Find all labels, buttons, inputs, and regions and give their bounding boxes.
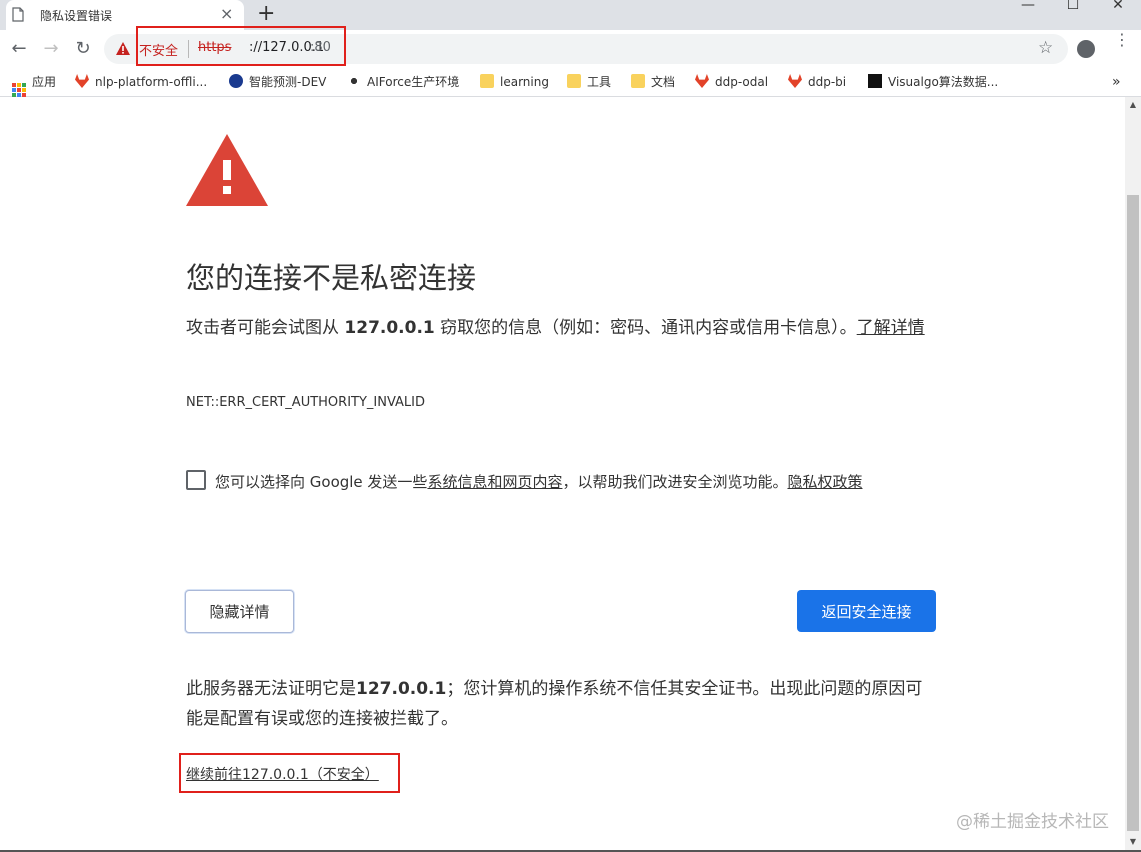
page-title: 您的连接不是私密连接 [186,261,477,295]
gitlab-icon [695,74,709,88]
back-button[interactable]: ← [5,36,33,62]
bookmark-tools[interactable]: 工具 [567,72,611,92]
hide-details-button[interactable]: 隐藏详情 [185,590,294,633]
bookmark-apps[interactable]: 应用 [12,72,57,97]
page-icon [12,7,24,22]
scroll-down-arrow-icon[interactable]: ▼ [1125,834,1141,850]
folder-icon [480,74,494,88]
details-text: 此服务器无法证明它是127.0.0.1；您计算机的操作系统不信任其安全证书。出现… [186,674,938,734]
folder-icon [567,74,581,88]
scroll-up-arrow-icon[interactable]: ▲ [1125,97,1141,113]
minimize-button[interactable]: — [1005,0,1051,30]
tab-title: 隐私设置错误 [40,9,113,23]
bookmark-label: AIForce生产环境 [367,75,460,89]
system-info-link[interactable]: 系统信息和网页内容 [427,473,562,491]
report-checkbox[interactable] [186,470,206,490]
warning-icon[interactable] [116,42,130,55]
attack-description: 攻击者可能会试图从 127.0.0.1 窃取您的信息（例如：密码、通讯内容或信用… [186,313,938,343]
details-text-1: 此服务器无法证明它是 [186,679,356,699]
description-text: 攻击者可能会试图从 [186,318,345,338]
watermark: @稀土掘金技术社区 [956,812,1109,832]
network-icon [347,74,361,88]
annotation-box-url [136,26,346,66]
description-host: 127.0.0.1 [344,318,435,338]
forward-button[interactable]: → [37,36,65,62]
bookmark-label: 智能预测-DEV [249,75,327,89]
bookmark-label: ddp-bi [808,75,847,89]
bookmark-label: learning [500,75,549,89]
apps-grid-icon [12,83,26,97]
zeta-logo-icon [229,74,243,88]
bookmark-learning[interactable]: learning [480,72,549,92]
description-text-2: 窃取您的信息（例如：密码、通讯内容或信用卡信息）。 [434,318,857,338]
scroll-thumb[interactable] [1127,195,1139,831]
bookmark-prediction-dev[interactable]: 智能预测-DEV [229,72,326,92]
report-checkbox-label: 您可以选择向 Google 发送一些系统信息和网页内容，以帮助我们改进安全浏览功… [215,467,905,497]
bookmark-label: ddp-odal [715,75,769,89]
menu-icon[interactable]: ⋮ [1114,32,1130,48]
warning-triangle-icon [186,134,268,206]
visualgo-icon [868,74,882,88]
bookmark-visualgo[interactable]: Visualgo算法数据... [868,72,998,92]
learn-more-link[interactable]: 了解详情 [857,318,925,338]
bookmark-label: 文档 [651,75,676,89]
annotation-box-proceed [179,753,400,793]
bookmark-ddp-bi[interactable]: ddp-bi [788,72,846,92]
profile-avatar[interactable] [1077,40,1095,58]
bookmark-docs[interactable]: 文档 [631,72,675,92]
bookmark-label: 应用 [32,75,57,89]
maximize-button[interactable]: ☐ [1050,0,1096,30]
privacy-policy-link[interactable]: 隐私权政策 [787,473,862,491]
close-window-button[interactable]: ✕ [1095,0,1141,30]
error-code: NET::ERR_CERT_AUTHORITY_INVALID [186,395,426,410]
new-tab-button[interactable]: + [257,1,275,27]
bookmark-aiforce[interactable]: AIForce生产环境 [347,72,459,92]
bookmark-star-icon[interactable]: ☆ [1038,38,1053,58]
details-host: 127.0.0.1 [356,679,447,699]
reload-button[interactable]: ↻ [69,36,97,62]
gitlab-icon [788,74,802,88]
gitlab-icon [75,74,89,88]
bookmark-label: 工具 [587,75,612,89]
checkbox-text-2: ，以帮助我们改进安全浏览功能。 [562,473,788,491]
bookmark-nlp-platform[interactable]: nlp-platform-offli... [75,72,207,92]
tab-close-icon[interactable]: × [220,4,233,23]
back-to-safety-button[interactable]: 返回安全连接 [797,590,936,632]
checkbox-text: 您可以选择向 Google 发送一些 [215,473,428,491]
bookmarks-overflow-icon[interactable]: » [1112,72,1121,92]
bookmark-label: nlp-platform-offli... [95,75,208,89]
bookmark-label: Visualgo算法数据... [888,75,999,89]
folder-icon [631,74,645,88]
bookmark-ddp-odal[interactable]: ddp-odal [695,72,768,92]
